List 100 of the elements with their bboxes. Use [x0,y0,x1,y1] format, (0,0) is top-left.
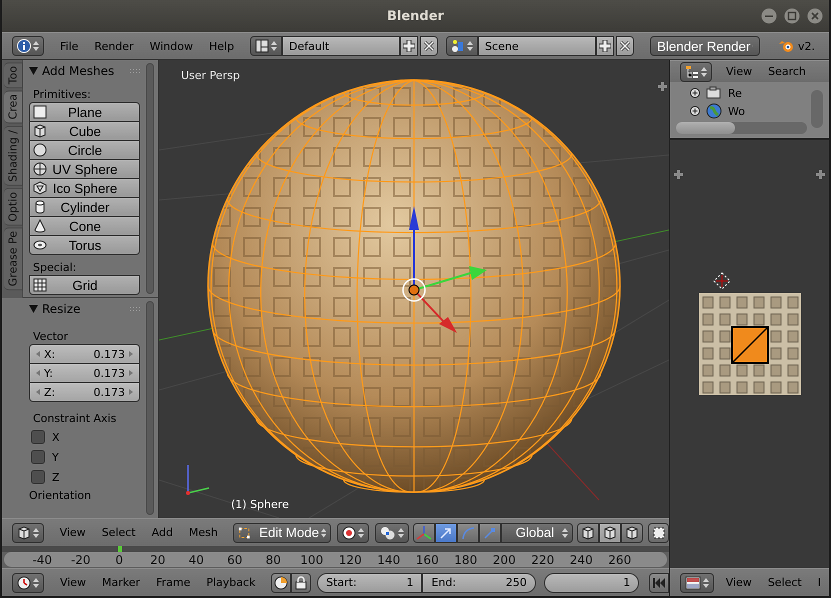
menu-item[interactable]: Help [200,40,242,52]
minimize-icon[interactable] [761,8,777,24]
constraint-label: Constraint Axis [33,412,118,426]
tool-tab[interactable]: Optio [4,188,23,226]
orientation-dropdown[interactable]: Global [500,522,573,542]
frame-number: 120 [338,552,363,566]
lock-toggle[interactable] [291,572,312,592]
render-engine-dropdown[interactable]: Blender Render [650,36,760,56]
add-region-icon[interactable] [816,170,825,179]
close-icon[interactable] [807,8,823,24]
scene-type-button[interactable] [446,36,478,56]
translate-toggle[interactable] [434,522,457,542]
end-frame-field[interactable]: End: 250 [422,572,536,592]
add-mesh-button[interactable]: Torus [29,235,140,255]
rotate-toggle[interactable] [456,522,479,542]
add-scene-button[interactable] [596,36,614,56]
menu-item[interactable]: Add [144,526,181,539]
tool-tab[interactable]: Shading / [4,126,23,186]
checkbox[interactable] [31,430,45,444]
editor-type-button[interactable] [12,522,44,542]
add-layout-button[interactable] [400,36,418,56]
expand-icon [690,106,700,116]
number-field[interactable]: Z: 0.173 [29,382,140,402]
menu-item[interactable]: File [52,40,86,52]
outliner-item[interactable]: Re [728,86,742,100]
collapse-triangle-icon[interactable] [29,305,38,313]
scene-field[interactable]: Scene [478,36,596,56]
menu-item[interactable]: View [718,65,760,78]
vertex-select-toggle[interactable] [577,522,600,542]
scale-toggle[interactable] [478,522,501,542]
menu-item[interactable]: Select [94,526,144,539]
tool-tab[interactable]: Too [4,62,23,88]
layout-type-button[interactable] [250,36,282,56]
add-mesh-button[interactable]: Circle [29,140,140,160]
checkbox[interactable] [31,470,45,484]
scrollbar[interactable] [146,63,154,294]
manipulator-toggle[interactable] [412,522,435,542]
menu-item[interactable]: I [810,576,829,589]
plus-icon [599,40,612,52]
editor-type-button[interactable] [680,62,712,82]
add-mesh-button[interactable]: Ico Sphere [29,178,140,198]
add-mesh-button[interactable]: Grid [29,275,140,295]
updown-arrows-icon [33,526,39,538]
mode-dropdown[interactable]: Edit Mode [233,522,332,542]
tool-tab[interactable]: Grease Pe [4,227,23,291]
arc-icon [460,526,475,540]
scrollbar[interactable] [146,301,154,515]
layout-field[interactable]: Default [282,36,400,56]
editor-type-button[interactable] [680,572,714,592]
add-mesh-button[interactable]: Cone [29,216,140,236]
editor-type-button[interactable] [12,36,44,56]
occlude-toggle[interactable] [648,522,669,542]
current-frame-field[interactable]: 1 [544,572,640,592]
drag-handle-icon [130,307,140,311]
menu-item[interactable]: View [52,576,94,589]
add-mesh-button[interactable]: Plane [29,102,140,122]
scrollbar[interactable] [676,122,807,134]
shading-dropdown[interactable] [374,522,409,542]
delete-layout-button[interactable] [420,36,438,56]
add-mesh-button[interactable]: Cylinder [29,197,140,217]
menu-item[interactable]: View [52,526,94,539]
skip-start-icon [652,576,666,588]
menu-item[interactable]: Window [142,40,201,52]
scene-icon [451,39,466,53]
updown-arrows-icon [701,66,707,78]
jump-to-start-button[interactable] [649,572,669,592]
menu-item[interactable]: Marker [94,576,148,589]
edge-select-toggle[interactable] [599,522,622,542]
menu-item[interactable]: Render [86,40,142,52]
menu-item[interactable]: View [718,576,760,589]
menu-item[interactable]: Search [760,65,814,78]
uv-cursor-icon [712,272,730,290]
scrollbar[interactable] [811,90,823,128]
editor-type-button[interactable] [12,572,44,592]
outliner-item[interactable]: Wo [728,104,745,118]
frame-number: 240 [568,552,594,566]
start-frame-field[interactable]: Start: 1 [317,572,422,592]
expand-icon [690,88,700,98]
number-field[interactable]: X: 0.173 [29,344,140,364]
menu-item[interactable]: Mesh [180,526,226,539]
number-field[interactable]: Y: 0.173 [29,363,140,383]
add-mesh-button[interactable]: Cube [29,121,140,141]
panel-title: Resize [42,302,80,316]
tool-tab[interactable]: Crea [4,90,23,124]
delete-scene-button[interactable] [616,36,634,56]
checkbox[interactable] [31,450,45,464]
left-arrow-icon [36,389,40,395]
collapse-triangle-icon[interactable] [29,67,38,75]
add-mesh-button[interactable]: UV Sphere [29,159,140,179]
vector-label: Vector [33,330,70,344]
face-select-toggle[interactable] [621,522,644,542]
pivot-dropdown[interactable] [337,522,370,542]
add-region-icon[interactable] [658,82,667,91]
window-title: Blender [387,8,444,24]
menu-item[interactable]: Frame [148,576,198,589]
keying-toggle[interactable] [271,572,292,592]
maximize-icon[interactable] [784,8,800,24]
add-region-icon[interactable] [674,170,683,179]
menu-item[interactable]: Select [760,576,810,589]
menu-item[interactable]: Playback [198,576,264,589]
